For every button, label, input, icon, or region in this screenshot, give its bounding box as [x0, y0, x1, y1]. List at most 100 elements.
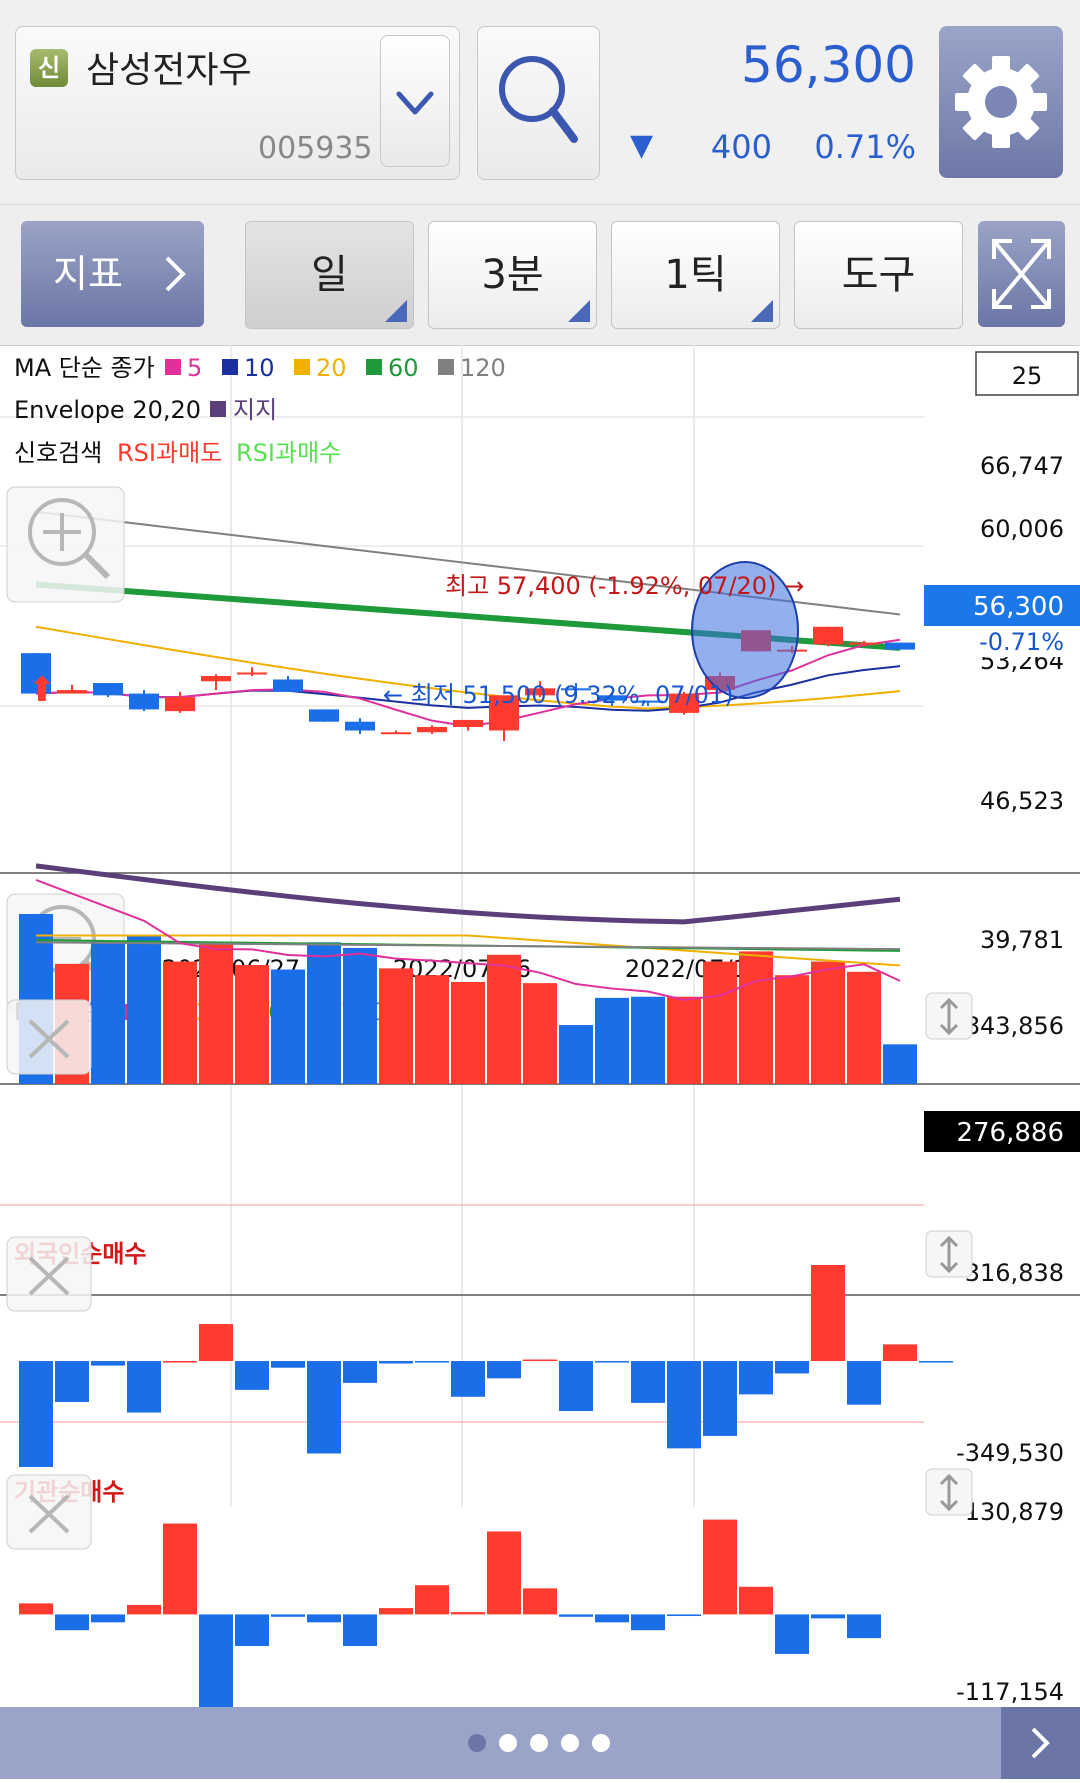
charts-canvas: MA 단순 종가 5 10 20 60 120 Envelope 20,20 지지 신호…: [0, 345, 1080, 1707]
foreign-bar: [55, 1361, 89, 1402]
search-button[interactable]: [477, 26, 600, 180]
volume-bar: [307, 942, 341, 1084]
institution-bar: [127, 1604, 161, 1615]
corner-triangle-icon: [751, 300, 773, 322]
page-dot-3[interactable]: [530, 1734, 548, 1752]
volume-bar: [739, 951, 773, 1084]
y-tick: 66,747: [980, 452, 1064, 480]
price-change: 400: [710, 128, 772, 166]
envelope-line: [35, 863, 901, 925]
page-dot-5[interactable]: [592, 1734, 610, 1752]
foreign-bar: [19, 1361, 53, 1467]
institution-bar: [271, 1614, 305, 1617]
volume-bar: [343, 947, 377, 1084]
candle-body: [345, 721, 375, 731]
legend-label: 60: [388, 354, 419, 382]
tab-3min[interactable]: 3분: [428, 221, 597, 329]
institution-y-top: 130,879: [965, 1498, 1064, 1526]
toolbar: 지표 일 3분 1틱 도구: [0, 205, 1080, 346]
stock-dropdown-button[interactable]: [380, 35, 450, 167]
y-tick: 39,781: [980, 926, 1064, 954]
volume-bar: [847, 971, 881, 1084]
tab-1tick[interactable]: 1틱: [611, 221, 780, 329]
institution-bar: [595, 1614, 629, 1623]
institution-bar: [55, 1614, 89, 1631]
indicator-button[interactable]: 지표: [21, 221, 204, 327]
institution-y-bottom: -117,154: [956, 1678, 1064, 1706]
institution-bar: [811, 1614, 845, 1619]
foreign-bar: [271, 1361, 305, 1368]
volume-ma120-line: [35, 941, 901, 951]
volume-bar: [451, 981, 485, 1084]
volume-bar: [127, 935, 161, 1084]
stock-code: 005935: [258, 131, 373, 166]
top-bar: 신 삼성전자우 005935 56,300 ▼ 400 0.71%: [0, 0, 1080, 205]
institution-bar: [379, 1608, 413, 1615]
volume-bar: [415, 975, 449, 1084]
tab-tools[interactable]: 도구: [794, 221, 963, 329]
foreign-bar: [595, 1361, 629, 1363]
expand-icon: [992, 239, 1051, 309]
institution-bar: [775, 1614, 809, 1654]
stock-name: 삼성전자우: [86, 50, 252, 91]
foreign-bar: [631, 1361, 665, 1403]
next-page-button[interactable]: [1001, 1707, 1080, 1779]
volume-bar: [487, 954, 521, 1084]
volume-close-button[interactable]: [6, 999, 92, 1075]
legend-swatch: [438, 359, 454, 375]
foreign-bar: [199, 1324, 233, 1362]
institution-bar: [667, 1614, 701, 1617]
candle-body: [129, 693, 159, 710]
stock-selector[interactable]: 신 삼성전자우 005935: [15, 26, 460, 180]
candle-body: [165, 697, 195, 712]
chevron-down-icon: [396, 91, 434, 115]
foreign-bar: [919, 1361, 953, 1363]
foreign-bar: [91, 1361, 125, 1366]
count-value: 25: [1012, 362, 1043, 390]
zoom-in-button[interactable]: [6, 486, 125, 603]
institution-bars: [19, 1519, 881, 1707]
volume-resize-handle[interactable]: [925, 992, 973, 1040]
up-arrow-icon: ⬆: [28, 670, 57, 710]
foreign-y-bottom: -349,530: [956, 1439, 1064, 1467]
chevron-right-icon: [165, 256, 186, 292]
signal-rsi-oversold: RSI과매도: [117, 439, 222, 467]
page-dot-2[interactable]: [499, 1734, 517, 1752]
low-price-note: ← 최저 51,500 (9.32%, 07/01): [383, 681, 734, 709]
volume-bar: [523, 983, 557, 1084]
fullscreen-button[interactable]: [978, 221, 1065, 327]
institution-bar: [847, 1614, 881, 1639]
foreign-bar: [883, 1344, 917, 1362]
page-dot-1[interactable]: [468, 1734, 486, 1752]
volume-bar: [91, 941, 125, 1084]
foreign-resize-handle[interactable]: [925, 1230, 973, 1278]
foreign-bar: [343, 1361, 377, 1383]
chart-area[interactable]: MA 단순 종가 5 10 20 60 120 Envelope 20,20 지지 신호…: [0, 345, 1080, 1707]
gear-icon: [955, 56, 1047, 148]
envelope-legend-label: 지지: [233, 396, 277, 424]
volume-current-tag-label: 276,886: [956, 1118, 1064, 1148]
page-dot-4[interactable]: [561, 1734, 579, 1752]
institution-bar: [19, 1603, 53, 1615]
foreign-bar: [739, 1361, 773, 1395]
volume-bar: [667, 996, 701, 1084]
legend-label: 120: [460, 354, 506, 382]
tab-daily[interactable]: 일: [245, 221, 414, 329]
current-price: 56,300: [741, 36, 916, 94]
volume-bar: [271, 969, 305, 1084]
high-price-note: 최고 57,400 (-1.92%, 07/20) →: [445, 572, 804, 600]
institution-bar: [235, 1614, 269, 1647]
institution-bar: [343, 1614, 377, 1647]
institution-resize-handle[interactable]: [925, 1468, 973, 1516]
institution-bar: [451, 1612, 485, 1615]
volume-bar: [703, 961, 737, 1084]
foreign-bar: [235, 1361, 269, 1390]
candle-body: [813, 626, 843, 645]
foreign-bar: [775, 1361, 809, 1374]
institution-bar: [703, 1519, 737, 1615]
tab-label: 3분: [481, 252, 544, 298]
settings-button[interactable]: [939, 26, 1063, 178]
institution-bar: [91, 1614, 125, 1623]
institution-close-button[interactable]: [6, 1474, 92, 1550]
foreign-close-button[interactable]: [6, 1236, 92, 1312]
